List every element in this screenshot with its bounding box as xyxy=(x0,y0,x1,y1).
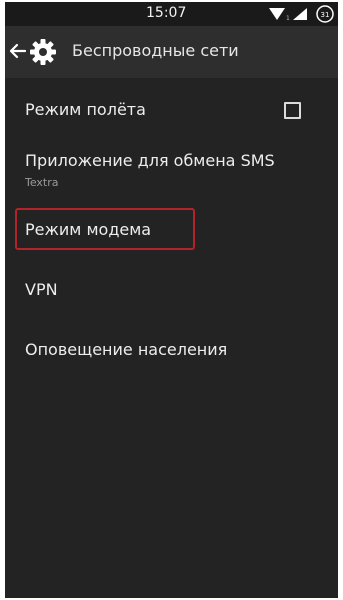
signal-icon xyxy=(293,8,307,20)
status-time: 15:07 xyxy=(146,5,187,21)
status-bar: 15:07 1 31 xyxy=(5,2,338,26)
svg-text:1: 1 xyxy=(286,15,290,22)
setting-vpn[interactable]: VPN xyxy=(5,262,338,318)
back-arrow-icon[interactable] xyxy=(8,37,28,65)
battery-level: 31 xyxy=(321,11,330,19)
setting-label: Режим полёта xyxy=(25,100,146,119)
gear-icon[interactable] xyxy=(28,37,58,67)
setting-tethering[interactable]: Режим модема xyxy=(5,202,338,258)
status-icons: 1 31 xyxy=(269,5,334,23)
setting-label: Оповещение населения xyxy=(25,340,228,359)
airplane-mode-checkbox[interactable] xyxy=(284,102,301,119)
setting-emergency-alerts[interactable]: Оповещение населения xyxy=(5,322,338,378)
battery-icon: 31 xyxy=(316,5,334,23)
action-bar: Беспроводные сети xyxy=(5,26,338,78)
setting-sms-app[interactable]: Приложение для обмена SMS Textra xyxy=(5,136,338,192)
wifi-icon xyxy=(269,8,285,20)
setting-summary: Textra xyxy=(25,176,59,189)
setting-label: Режим модема xyxy=(25,220,152,239)
phone-screen: 15:07 1 31 Беспроводные сети Режим полёт… xyxy=(5,2,338,598)
page-title: Беспроводные сети xyxy=(72,41,239,60)
setting-airplane-mode[interactable]: Режим полёта xyxy=(5,78,338,134)
setting-label: VPN xyxy=(25,280,58,299)
setting-label: Приложение для обмена SMS xyxy=(25,151,275,170)
